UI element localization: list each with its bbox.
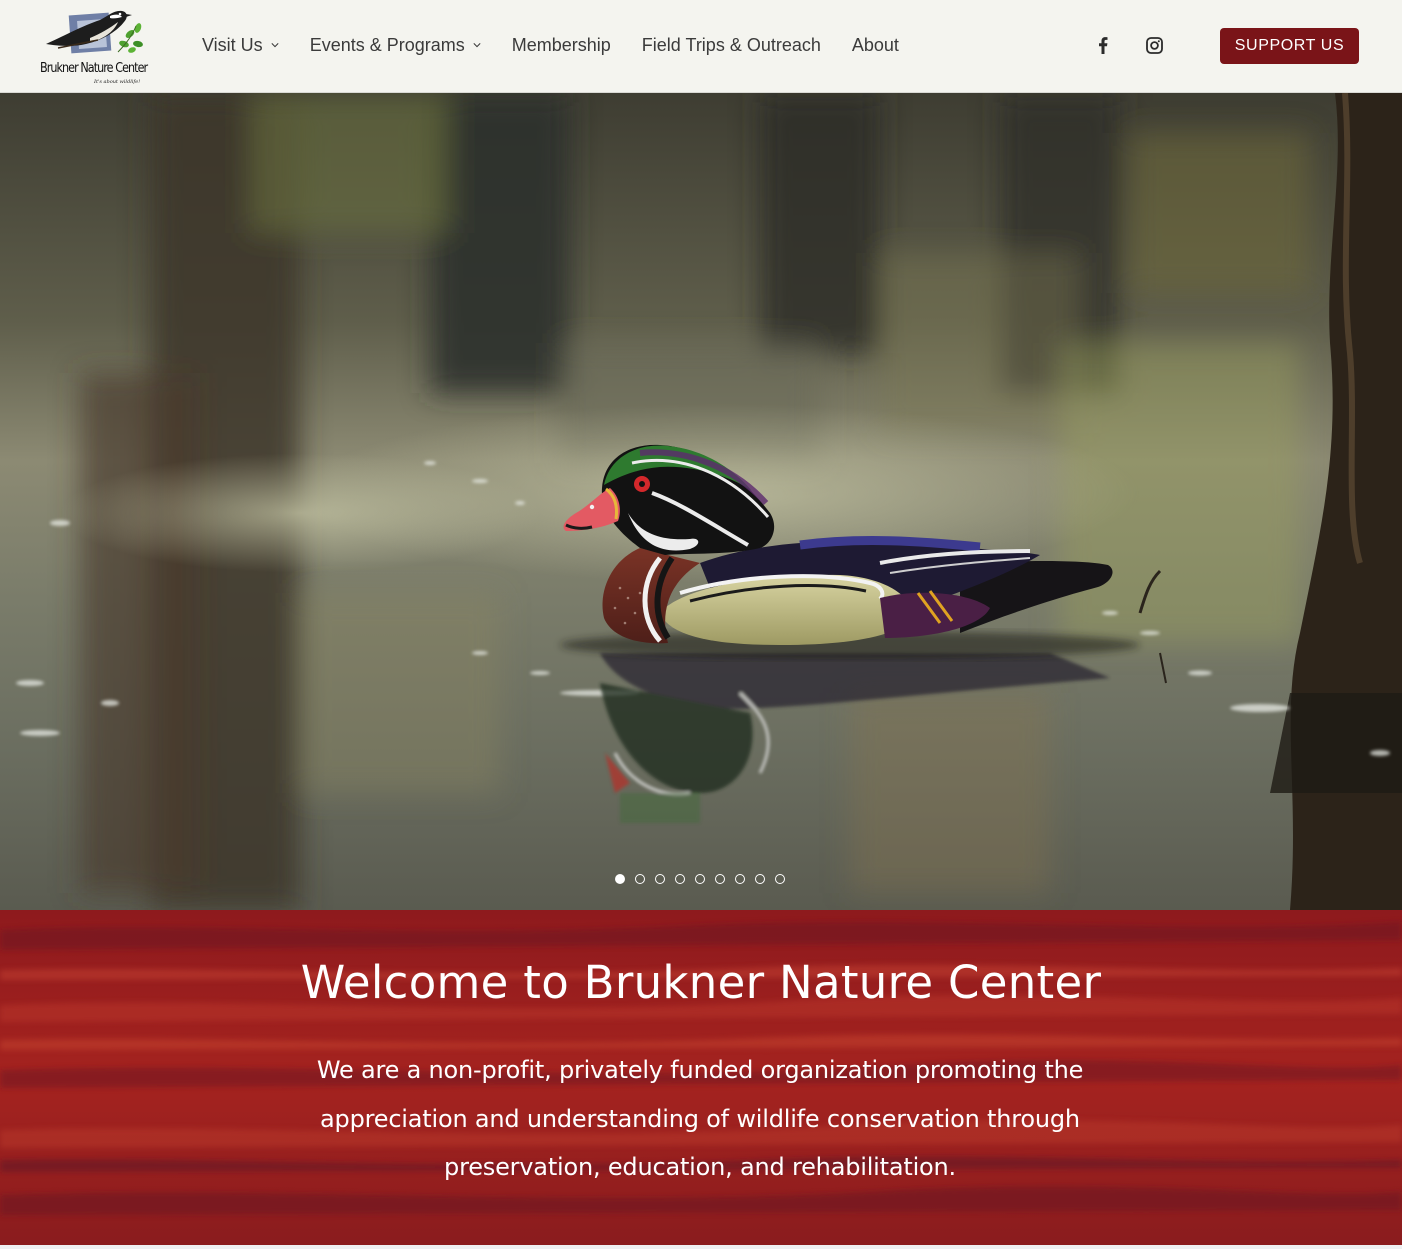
slider-pagination (615, 874, 795, 884)
slide-dot[interactable] (635, 874, 645, 884)
welcome-description: We are a non-profit, privately funded or… (316, 1056, 1084, 1181)
instagram-link[interactable] (1144, 35, 1164, 55)
slide-dot[interactable] (615, 874, 625, 884)
welcome-heading: Welcome to Brukner Nature Center (300, 956, 1102, 1009)
nav-item-label: Membership (511, 34, 611, 55)
nav-item-label: About (851, 34, 899, 55)
nav-item-label: Field Trips & Outreach (641, 34, 821, 55)
slide-dot[interactable] (695, 874, 705, 884)
facebook-icon (1099, 36, 1108, 54)
chickadee-logo-icon (46, 10, 143, 54)
hero-image (0, 93, 1402, 910)
instagram-icon (1145, 36, 1163, 54)
main-nav: Visit Us Events & Programs Membership Fi… (202, 33, 930, 57)
slide-dot[interactable] (655, 874, 665, 884)
site-header: Brukner Nature Center It's about wildlif… (0, 0, 1402, 93)
slide-dot[interactable] (715, 874, 725, 884)
chevron-down-icon (473, 43, 481, 48)
site-logo[interactable]: Brukner Nature Center It's about wildlif… (38, 4, 150, 88)
support-us-button[interactable]: SUPPORT US (1220, 28, 1359, 64)
slide-dot[interactable] (675, 874, 685, 884)
slide-dot[interactable] (775, 874, 785, 884)
chevron-down-icon (271, 43, 279, 48)
nav-item-label: Events & Programs (309, 34, 465, 55)
nav-item-events-programs[interactable]: Events & Programs (310, 35, 481, 56)
nav-item-about[interactable]: About (852, 35, 899, 56)
logo-wordmark: Brukner Nature Center (40, 61, 148, 76)
nav-item-membership[interactable]: Membership (512, 35, 611, 56)
slide-dot[interactable] (735, 874, 745, 884)
slide-dot[interactable] (755, 874, 765, 884)
logo-tagline: It's about wildlife! (94, 79, 141, 85)
nav-item-visit-us[interactable]: Visit Us (202, 35, 279, 56)
page-bottom-edge (0, 1245, 1402, 1249)
nav-item-field-trips-outreach[interactable]: Field Trips & Outreach (642, 35, 821, 56)
welcome-section: Welcome to Brukner Nature Center We are … (0, 910, 1402, 1245)
facebook-link[interactable] (1093, 35, 1113, 55)
nav-item-label: Visit Us (202, 34, 263, 55)
hero-slider[interactable] (0, 93, 1402, 910)
